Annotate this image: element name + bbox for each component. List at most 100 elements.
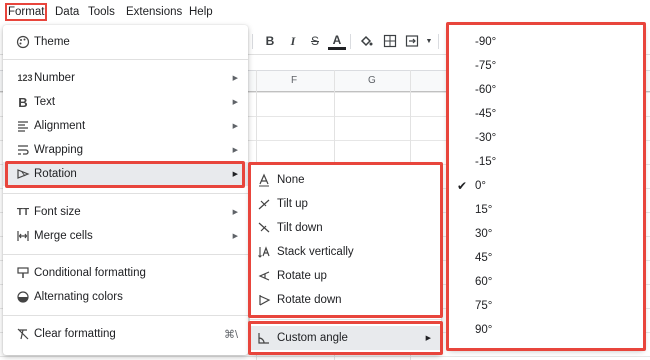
bold-text-icon: B	[18, 94, 28, 110]
angle-label: -15°	[475, 156, 497, 168]
angle-item[interactable]: -75°	[448, 54, 644, 78]
menu-item-label: Custom angle	[277, 332, 348, 344]
menu-item-label: Rotation	[34, 168, 77, 180]
menu-item-label: Font size	[34, 206, 81, 218]
submenu-arrow-icon: ▶	[425, 335, 431, 342]
rotation-item-tilt-down[interactable]: Tilt down	[250, 216, 441, 240]
alternating-colors-icon	[15, 289, 31, 305]
palette-icon	[15, 34, 31, 50]
number-format-icon: 123	[17, 73, 33, 83]
angle-item[interactable]: -15°	[448, 150, 644, 174]
angle-item[interactable]: 45°	[448, 246, 644, 270]
submenu-arrow-icon: ▶	[232, 123, 238, 130]
tilt-down-icon	[256, 220, 272, 236]
menu-item-merge-cells[interactable]: Merge cells ▶	[3, 224, 248, 248]
menu-item-theme[interactable]: Theme	[3, 30, 248, 54]
angle-label: -90°	[475, 36, 497, 48]
menu-extensions[interactable]: Extensions	[126, 6, 182, 18]
menu-item-label: Tilt down	[277, 222, 323, 234]
angle-label: 75°	[475, 300, 493, 312]
submenu-arrow-icon: ▶	[232, 75, 238, 82]
bold-button[interactable]: B	[261, 32, 279, 50]
align-left-icon	[15, 118, 31, 134]
format-menu: Theme 123 Number ▶ B Text ▶ Alignment ▶ …	[3, 25, 248, 355]
keyboard-shortcut: ⌘\	[223, 328, 238, 341]
angle-item[interactable]: 75°	[448, 294, 644, 318]
font-size-icon: TT	[16, 206, 30, 218]
menu-item-label: Wrapping	[34, 144, 84, 156]
angle-item-selected[interactable]: ✔ 0°	[448, 174, 644, 198]
angle-label: 0°	[475, 180, 486, 192]
menu-help[interactable]: Help	[189, 6, 213, 18]
menu-item-alternating-colors[interactable]: Alternating colors	[3, 285, 248, 309]
menu-item-rotation[interactable]: Rotation ▶	[3, 162, 248, 186]
rotation-item-rotate-up[interactable]: Rotate up	[250, 264, 441, 288]
menu-item-alignment[interactable]: Alignment ▶	[3, 114, 248, 138]
submenu-arrow-icon: ▶	[232, 171, 238, 178]
angle-label: 60°	[475, 276, 493, 288]
toolbar-separator	[350, 34, 351, 49]
rotation-item-stack-vertically[interactable]: Stack vertically	[250, 240, 441, 264]
fill-color-icon[interactable]	[357, 32, 375, 50]
italic-button[interactable]: I	[284, 32, 302, 50]
custom-angle-submenu: -90° -75° -60° -45° -30° -15° ✔ 0° 15° 3…	[448, 24, 644, 349]
menu-data[interactable]: Data	[55, 6, 79, 18]
menu-item-label: Rotate down	[277, 294, 342, 306]
menu-item-label: Rotate up	[277, 270, 327, 282]
menu-item-clear-formatting[interactable]: Clear formatting ⌘\	[3, 322, 248, 346]
menu-item-label: None	[277, 174, 305, 186]
menu-item-conditional-formatting[interactable]: Conditional formatting	[3, 261, 248, 285]
rotate-down-icon	[256, 292, 272, 308]
menu-item-label: Clear formatting	[34, 328, 116, 340]
menu-divider	[3, 59, 248, 60]
menu-item-label: Alignment	[34, 120, 86, 132]
menu-format[interactable]: Format	[4, 3, 48, 21]
angle-item[interactable]: -90°	[448, 30, 644, 54]
angle-item[interactable]: 30°	[448, 222, 644, 246]
menu-item-font-size[interactable]: TT Font size ▶	[3, 200, 248, 224]
angle-item[interactable]: -30°	[448, 126, 644, 150]
menu-divider	[3, 315, 248, 316]
menu-item-label: Tilt up	[277, 198, 308, 210]
clear-formatting-icon	[15, 326, 31, 342]
angle-label: -30°	[475, 132, 497, 144]
angle-item[interactable]: -60°	[448, 78, 644, 102]
rotation-item-rotate-down[interactable]: Rotate down	[250, 288, 441, 312]
angle-label: -75°	[475, 60, 497, 72]
merge-cells-icon[interactable]	[403, 32, 421, 50]
angle-label: 30°	[475, 228, 493, 240]
menu-tools[interactable]: Tools	[88, 6, 115, 18]
menu-item-number[interactable]: 123 Number ▶	[3, 66, 248, 90]
column-header-g[interactable]: G	[368, 75, 376, 86]
column-header-f[interactable]: F	[291, 75, 297, 86]
rotation-item-custom-angle[interactable]: Custom angle ▶	[250, 326, 441, 350]
angle-item[interactable]: 15°	[448, 198, 644, 222]
angle-item[interactable]: -45°	[448, 102, 644, 126]
rotation-submenu: None Tilt up Tilt down Stack vertically …	[250, 164, 441, 354]
angle-label: 90°	[475, 324, 493, 336]
angle-label: 45°	[475, 252, 493, 264]
rotation-none-icon	[256, 172, 272, 188]
chevron-down-icon[interactable]: ▼	[420, 32, 438, 50]
menu-item-wrapping[interactable]: Wrapping ▶	[3, 138, 248, 162]
strikethrough-button[interactable]: S	[306, 32, 324, 50]
custom-angle-icon	[256, 330, 272, 346]
menu-divider	[3, 254, 248, 255]
menu-item-label: Alternating colors	[34, 291, 123, 303]
menu-item-label: Stack vertically	[277, 246, 354, 258]
angle-item[interactable]: 90°	[448, 318, 644, 342]
menu-divider	[250, 319, 441, 320]
submenu-arrow-icon: ▶	[232, 99, 238, 106]
menu-item-text[interactable]: B Text ▶	[3, 90, 248, 114]
menu-item-label: Merge cells	[34, 230, 93, 242]
menu-divider	[3, 193, 248, 194]
angle-item[interactable]: 60°	[448, 270, 644, 294]
borders-icon[interactable]	[381, 32, 399, 50]
rotate-up-icon	[256, 268, 272, 284]
rotation-item-none[interactable]: None	[250, 168, 441, 192]
wrap-text-icon	[15, 142, 31, 158]
text-color-button[interactable]: A	[328, 32, 346, 50]
rotation-item-tilt-up[interactable]: Tilt up	[250, 192, 441, 216]
menu-item-label: Conditional formatting	[34, 267, 146, 279]
submenu-arrow-icon: ▶	[232, 209, 238, 216]
